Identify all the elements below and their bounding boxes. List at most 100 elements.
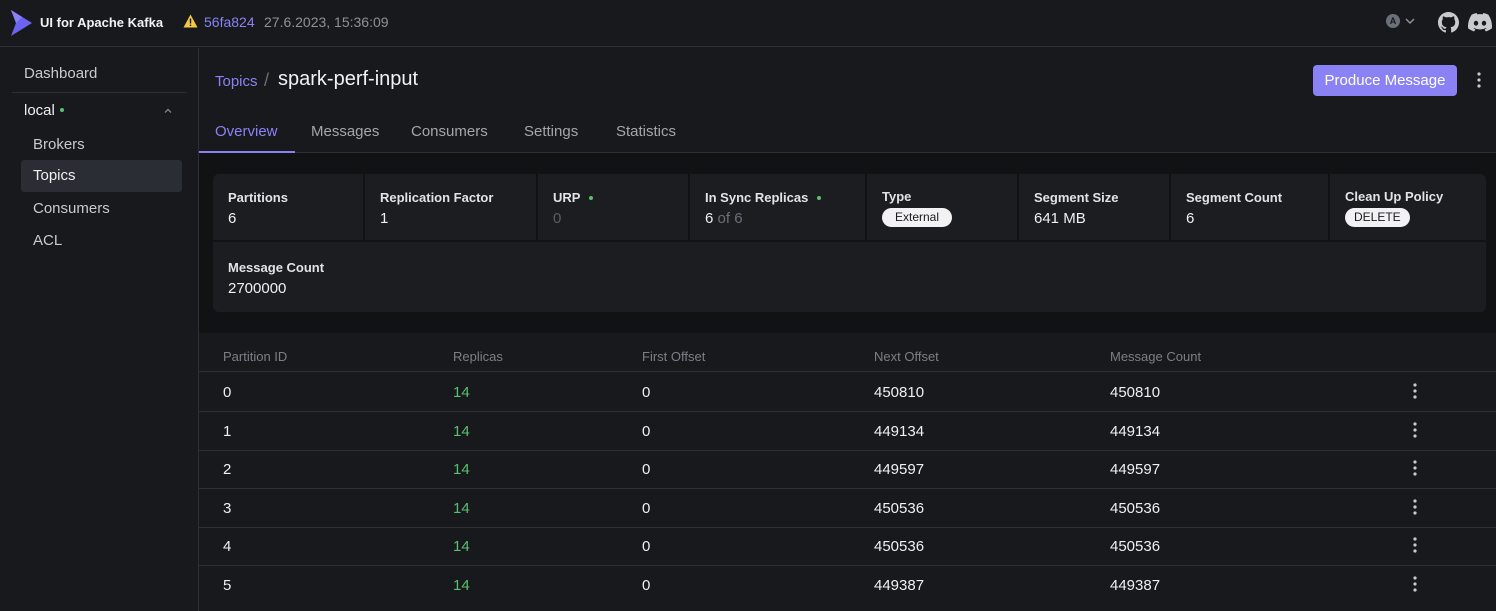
produce-message-button[interactable]: Produce Message: [1313, 65, 1457, 96]
sidebar-item-consumers[interactable]: Consumers: [21, 193, 182, 225]
table-cell-first: 0: [642, 538, 651, 555]
stats-area: Partitions 6 Replication Factor 1 URP 0 …: [199, 153, 1496, 333]
in-sync-total: of 6: [717, 210, 743, 227]
table-cell-first: 0: [642, 461, 651, 478]
commit-link[interactable]: 56fa824: [204, 14, 255, 30]
kebab-menu-icon[interactable]: [1408, 536, 1422, 554]
kebab-menu-icon[interactable]: [1408, 459, 1422, 477]
tab-statistics[interactable]: Statistics: [600, 110, 692, 153]
discord-icon[interactable]: [1468, 13, 1492, 32]
table-cell-partition: 3: [223, 500, 232, 517]
stat-in-sync-replicas: In Sync Replicas 6 of 6: [690, 174, 867, 242]
stat-value: 2700000: [228, 280, 287, 297]
sidebar-item-acl[interactable]: ACL: [21, 225, 182, 257]
stat-cleanup-policy: Clean Up Policy DELETE: [1330, 174, 1486, 242]
table-cell-partition: 5: [223, 577, 232, 594]
column-header: Replicas: [453, 349, 503, 364]
table-cell-count: 449597: [1110, 461, 1161, 478]
cleanup-policy-tag: DELETE: [1345, 208, 1410, 227]
stat-value: 6: [228, 210, 237, 227]
column-header: Partition ID: [223, 349, 288, 364]
table-row: 0 14 0 450810 450810: [199, 373, 1496, 412]
cluster-toggle[interactable]: local: [24, 102, 64, 119]
in-sync-count: 6: [705, 210, 714, 227]
table-cell-next: 449597: [874, 461, 925, 478]
table-cell-first: 0: [642, 423, 651, 440]
table-row: 3 14 0 450536 450536: [199, 489, 1496, 528]
column-header: Next Offset: [874, 349, 939, 364]
type-tag: External: [882, 208, 953, 227]
stat-label: Segment Count: [1186, 190, 1283, 205]
tab-consumers[interactable]: Consumers: [395, 110, 504, 153]
table-row: 4 14 0 450536 450536: [199, 527, 1496, 566]
tab-overview[interactable]: Overview: [199, 110, 295, 153]
kebab-menu-icon[interactable]: [1408, 382, 1422, 400]
build-date: 27.6.2023, 15:36:09: [264, 14, 389, 30]
table-cell-partition: 1: [223, 423, 232, 440]
top-bar: UI for Apache Kafka 56fa824 27.6.2023, 1…: [0, 0, 1496, 47]
stat-label-text: In Sync Replicas: [705, 190, 809, 205]
github-icon[interactable]: [1438, 12, 1459, 33]
warning-icon: [183, 14, 198, 28]
stat-value: 6: [1186, 210, 1195, 227]
stat-segment-count: Segment Count 6: [1171, 174, 1330, 242]
stat-value: 6 of 6: [705, 210, 865, 227]
stat-partitions: Partitions 6: [213, 174, 365, 242]
stat-label: Replication Factor: [380, 190, 494, 205]
sidebar-divider: [12, 92, 187, 93]
sidebar-item-dashboard[interactable]: Dashboard: [24, 65, 97, 82]
stat-value: 0: [553, 210, 562, 227]
table-cell-next: 449134: [874, 423, 925, 440]
table-row: 5 14 0 449387 449387: [199, 566, 1496, 605]
kebab-menu-icon[interactable]: [1472, 71, 1486, 89]
table-cell-next: 450536: [874, 538, 925, 555]
column-header: First Offset: [642, 349, 706, 364]
kebab-menu-icon[interactable]: [1408, 498, 1422, 516]
app-title[interactable]: UI for Apache Kafka: [40, 15, 163, 30]
sidebar-item-topics[interactable]: Topics: [21, 160, 182, 192]
table-cell-first: 0: [642, 577, 651, 594]
stat-label: In Sync Replicas: [705, 190, 865, 205]
sidebar: Dashboard local Brokers Topics Consumers…: [0, 48, 199, 611]
status-dot: [589, 195, 594, 200]
chevron-up-icon[interactable]: [163, 106, 173, 116]
stats-card: Partitions 6 Replication Factor 1 URP 0 …: [213, 174, 1486, 312]
topic-tabs: Overview Messages Consumers Settings Sta…: [199, 110, 1496, 153]
stat-value: 1: [380, 210, 389, 227]
page-title: spark-perf-input: [278, 68, 419, 90]
kebab-menu-icon[interactable]: [1408, 575, 1422, 593]
cluster-status-dot: [59, 107, 64, 112]
table-cell-replicas: 14: [453, 384, 470, 401]
tab-messages[interactable]: Messages: [295, 110, 395, 153]
kebab-menu-icon[interactable]: [1408, 421, 1422, 439]
table-cell-replicas: 14: [453, 461, 470, 478]
table-cell-count: 450810: [1110, 384, 1161, 401]
tab-settings[interactable]: Settings: [508, 110, 594, 153]
chevron-down-icon: [1405, 18, 1415, 25]
table-cell-count: 449387: [1110, 577, 1161, 594]
stat-label: Clean Up Policy: [1345, 189, 1444, 204]
table-row: 1 14 0 449134 449134: [199, 412, 1496, 451]
table-cell-replicas: 14: [453, 423, 470, 440]
kafka-logo-icon[interactable]: [8, 9, 34, 37]
stat-label: Type: [882, 189, 912, 204]
table-cell-count: 450536: [1110, 500, 1161, 517]
table-cell-next: 450810: [874, 384, 925, 401]
table-cell-count: 449134: [1110, 423, 1161, 440]
table-cell-partition: 2: [223, 461, 232, 478]
stat-message-count: Message Count 2700000: [213, 244, 1486, 312]
table-cell-partition: 4: [223, 538, 232, 555]
column-header: Message Count: [1110, 349, 1202, 364]
table-row: 2 14 0 449597 449597: [199, 450, 1496, 489]
sidebar-item-brokers[interactable]: Brokers: [21, 129, 182, 161]
table-cell-first: 0: [642, 500, 651, 517]
table-cell-first: 0: [642, 384, 651, 401]
status-dot: [817, 195, 822, 200]
table-cell-replicas: 14: [453, 538, 470, 555]
stat-segment-size: Segment Size 641 MB: [1019, 174, 1171, 242]
stat-label: Segment Size: [1034, 190, 1119, 205]
cluster-name: local: [24, 102, 55, 119]
user-menu[interactable]: A: [1386, 14, 1416, 28]
table-cell-next: 450536: [874, 500, 925, 517]
breadcrumb-topics[interactable]: Topics: [215, 73, 258, 90]
